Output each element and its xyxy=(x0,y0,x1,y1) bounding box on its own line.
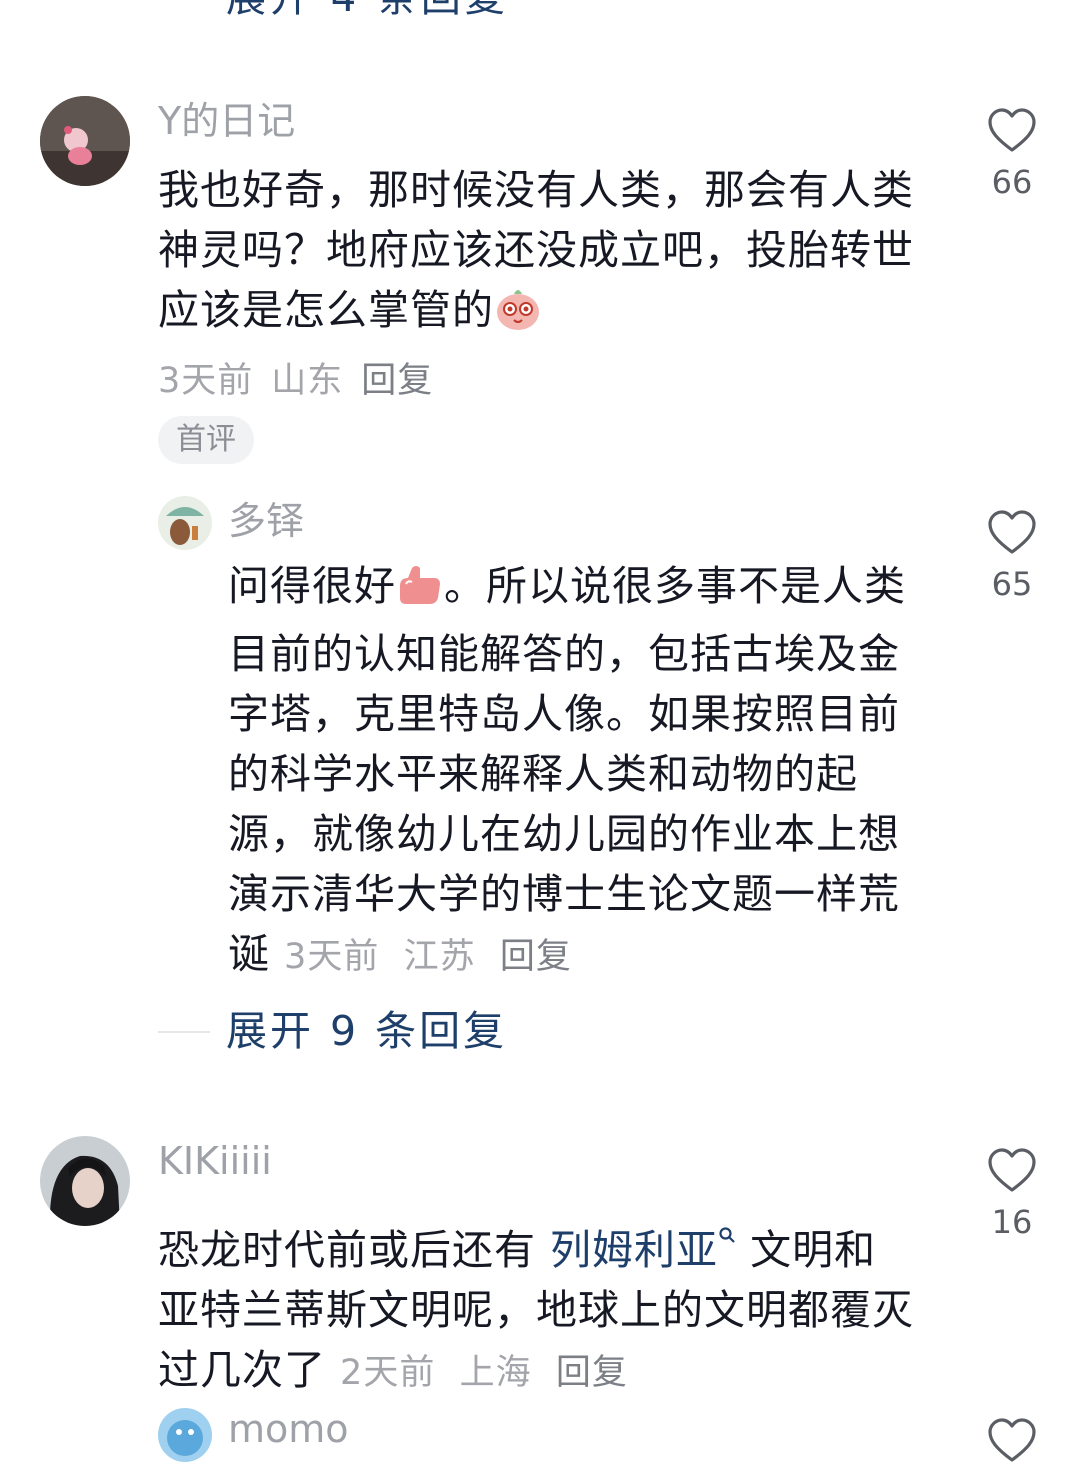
comment-text: 恐龙时代前或后还有 列姆利亚 文明和亚特兰蒂斯文明呢，地球上的文明都覆灭过几次了… xyxy=(158,1200,918,1403)
reply-location: 江苏 xyxy=(403,937,476,977)
comment-meta: 3天前 山东 回复 xyxy=(158,352,451,403)
heart-outline-icon xyxy=(988,108,1036,152)
reply-username[interactable]: 多铎 xyxy=(228,498,304,544)
avatar-image xyxy=(40,96,130,186)
like-button[interactable]: 65 xyxy=(972,510,1052,604)
worried-face-emoji-icon xyxy=(494,284,542,348)
comment-username[interactable]: momo xyxy=(228,1406,349,1452)
heart-outline-icon xyxy=(988,1148,1036,1192)
reply-time: 3天前 xyxy=(284,937,380,977)
like-count: 66 xyxy=(991,163,1033,201)
avatar-momo[interactable] xyxy=(158,1408,212,1462)
comment-location: 山东 xyxy=(271,361,344,401)
search-keyword-link[interactable]: 列姆利亚 xyxy=(550,1226,718,1274)
reply-meta: 3天前 江苏 回复 xyxy=(284,937,572,977)
reply-button[interactable]: 回复 xyxy=(500,937,572,977)
comment-meta: 2天前 上海 回复 xyxy=(340,1353,628,1393)
comment-time: 2天前 xyxy=(340,1353,436,1393)
avatar-y-diary[interactable] xyxy=(40,96,130,186)
like-button[interactable]: 16 xyxy=(972,1148,1052,1242)
comment-username[interactable]: Y的日记 xyxy=(158,98,295,144)
avatar-image xyxy=(158,1408,212,1462)
reply-button[interactable]: 回复 xyxy=(361,361,433,401)
heart-outline-icon xyxy=(988,1418,1036,1462)
avatar-image xyxy=(40,1136,130,1226)
like-button[interactable] xyxy=(972,1418,1052,1464)
search-hint-icon xyxy=(718,1200,736,1260)
like-count: 65 xyxy=(991,565,1033,603)
reply-button[interactable]: 回复 xyxy=(556,1353,628,1393)
first-comment-badge: 首评 xyxy=(158,416,254,464)
comment-location: 上海 xyxy=(459,1353,532,1393)
thumbs-up-emoji-icon xyxy=(396,562,444,624)
like-button[interactable]: 66 xyxy=(972,108,1052,202)
expand-divider xyxy=(158,1031,210,1033)
expand-replies-link-top[interactable]: 展开 4 条回复 xyxy=(226,0,509,18)
avatar-image xyxy=(158,496,212,550)
comment-text: 我也好奇，那时候没有人类，那会有人类神灵吗？地府应该还没成立吧，投胎转世应该是怎… xyxy=(158,160,918,348)
avatar-kikiiiii[interactable] xyxy=(40,1136,130,1226)
comment-time: 3天前 xyxy=(158,361,254,401)
expand-replies-link[interactable]: 展开 9 条回复 xyxy=(226,1006,507,1056)
comment-username[interactable]: KIKiiiii xyxy=(158,1138,272,1184)
avatar-duoduo[interactable] xyxy=(158,496,212,550)
heart-outline-icon xyxy=(988,510,1036,554)
like-count: 16 xyxy=(991,1203,1033,1241)
reply-text: 问得很好 。所以说很多事不是人类目前的认知能解答的，包括古埃及金字塔，克里特岛人… xyxy=(228,562,906,978)
